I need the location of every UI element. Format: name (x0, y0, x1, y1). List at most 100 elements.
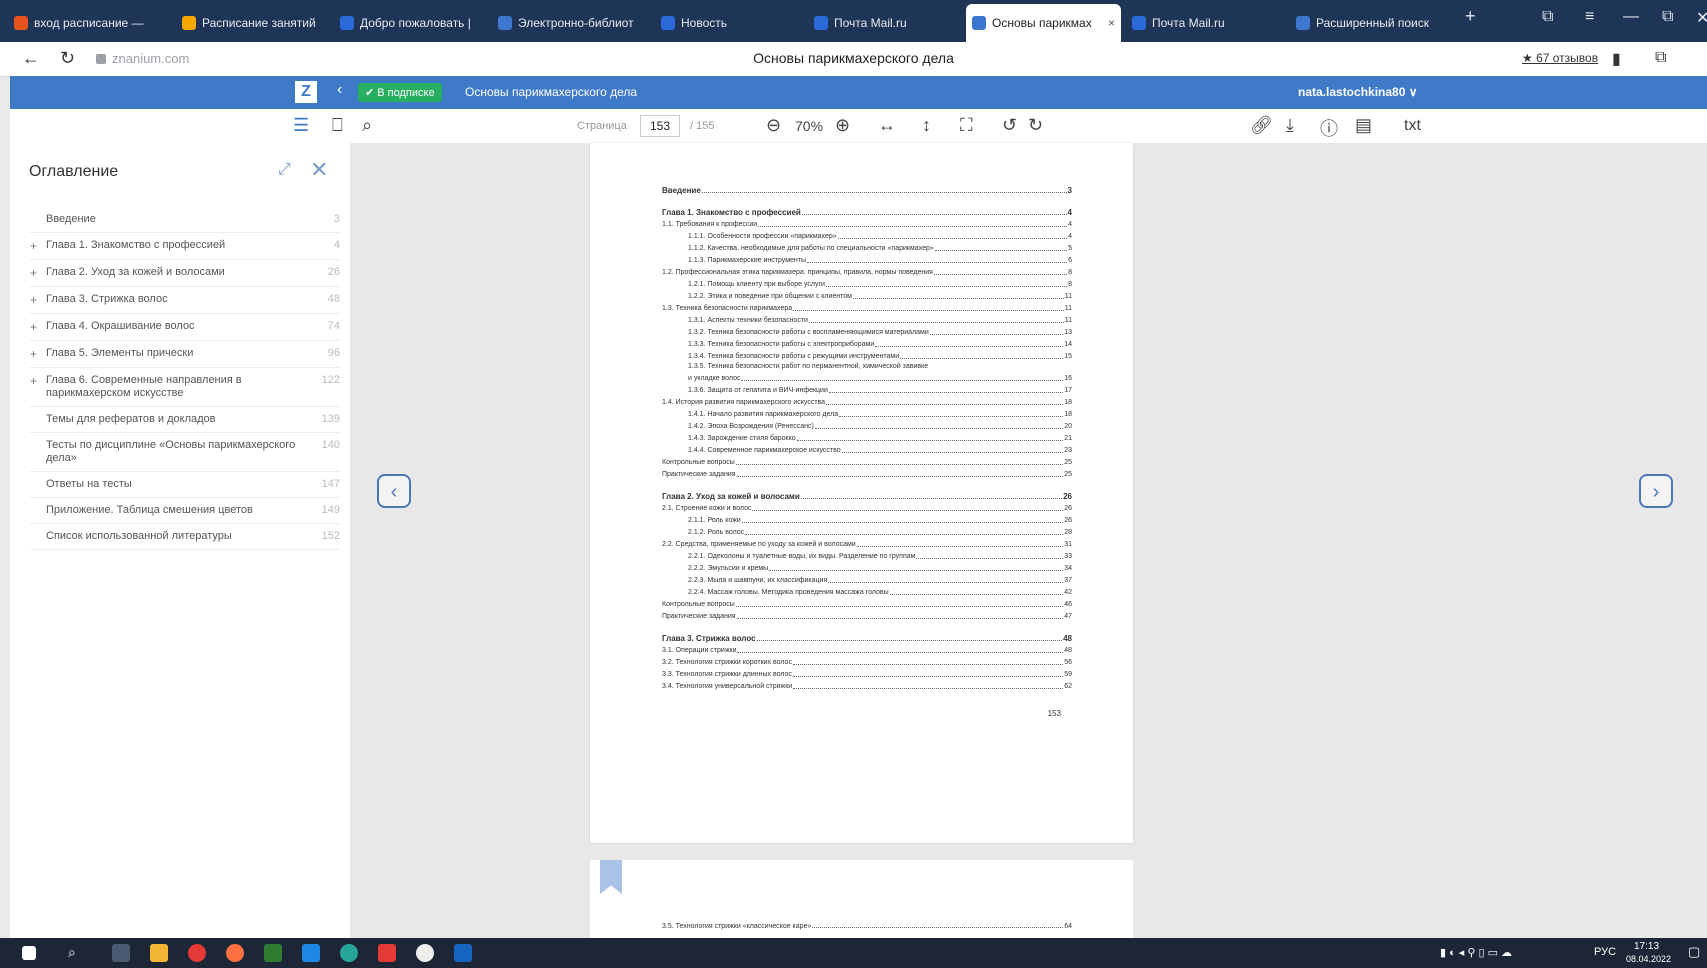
app-icon[interactable] (264, 944, 282, 962)
new-tab-button[interactable]: + (1465, 6, 1476, 27)
collections-icon[interactable]: ⧉ (1655, 49, 1666, 67)
toc-row[interactable]: 2.2.1. Одеколоны и туалетные воды, их ви… (662, 549, 1072, 561)
toc-item[interactable]: Ответы на тесты 147 (30, 472, 340, 498)
toc-row[interactable]: 1.3.5. Техника безопасности работ по пер… (662, 361, 1072, 371)
download-icon[interactable]: ⤓ (1286, 115, 1294, 136)
browser-tab[interactable]: Электронно-библиот (492, 4, 652, 42)
toc-row[interactable]: 2.1. Строение кожи и волос 26 (662, 501, 1072, 513)
book-title[interactable]: Основы парикмахерского дела (465, 85, 637, 99)
toc-row[interactable]: 1.3. Техника безопасности парикмахера 11 (662, 301, 1072, 313)
clock-time[interactable]: 17:13 (1634, 941, 1659, 952)
toc-row[interactable]: и укладке волос 16 (662, 371, 1072, 383)
browser-tab[interactable]: Расширенный поиск (1290, 4, 1450, 42)
taskbar-search-icon[interactable]: ⌕ (68, 944, 76, 961)
browser-tab[interactable]: Почта Mail.ru (808, 4, 963, 42)
toc-row[interactable]: 1.3.6. Защита от гепатита и ВИЧ-инфекции… (662, 383, 1072, 395)
toc-item[interactable]: Список использованной литературы 152 (30, 524, 340, 550)
toc-row[interactable]: 1.1.1. Особенности профессии «парикмахер… (662, 229, 1072, 241)
toc-chapter-row[interactable]: Глава 2. Уход за кожей и волосами 26 (662, 479, 1072, 501)
yandex-icon[interactable] (416, 944, 434, 962)
toc-row[interactable]: 1.4.1. Начало развития парикмахерского д… (662, 407, 1072, 419)
toc-row[interactable]: 1.2.1. Помощь клиенту при выборе услуги 8 (662, 277, 1072, 289)
bookmarks-icon[interactable]: ⎕ (332, 115, 343, 136)
toc-row[interactable]: 2.2.4. Массаж головы. Методика проведени… (662, 585, 1072, 597)
toc-chapter-row[interactable]: Глава 1. Знакомство с профессией 4 (662, 195, 1072, 217)
toc-row[interactable]: 1.2.2. Этика и поведение при общении с к… (662, 289, 1072, 301)
browser-tab[interactable]: Новость (655, 4, 805, 42)
browser-tab[interactable]: Основы парикмах × (966, 4, 1121, 42)
rotate-left-icon[interactable]: ↺ (1002, 115, 1017, 136)
toc-item[interactable]: + Глава 3. Стрижка волос 48 (30, 287, 340, 314)
toc-row[interactable]: 2.2. Средства, применяемые по уходу за к… (662, 537, 1072, 549)
toc-item[interactable]: + Глава 2. Уход за кожей и волосами 26 (30, 260, 340, 287)
toc-row[interactable]: Практические задания 47 (662, 609, 1072, 621)
expand-plus-icon[interactable]: + (30, 374, 46, 388)
expand-plus-icon[interactable]: + (30, 320, 46, 334)
toc-row[interactable]: 1.3.1. Аспекты техники безопасности 11 (662, 313, 1072, 325)
expand-plus-icon[interactable]: + (30, 347, 46, 361)
txt-button[interactable]: txt (1404, 117, 1421, 135)
toc-row[interactable]: 2.2.2. Эмульсии и кремы 34 (662, 561, 1072, 573)
info-icon[interactable]: ⓘ (1320, 115, 1338, 141)
toc-row[interactable]: 1.2. Профессиональная этика парикмахера:… (662, 265, 1072, 277)
clock-date[interactable]: 08.04.2022 (1626, 954, 1671, 964)
expand-plus-icon[interactable]: + (30, 266, 46, 280)
next-page-button[interactable]: › (1639, 474, 1673, 508)
toc-item[interactable]: + Глава 5. Элементы прически 96 (30, 341, 340, 368)
toc-item[interactable]: Введение 3 (30, 207, 340, 233)
expand-plus-icon[interactable]: + (30, 239, 46, 253)
tab-close-icon[interactable]: × (1108, 16, 1115, 30)
menu-icon[interactable]: ≡ (1585, 8, 1594, 26)
fit-height-icon[interactable]: ↕ (922, 115, 931, 136)
browser-tab[interactable]: вход расписание — (8, 4, 173, 42)
page-number-input[interactable]: 153 (640, 115, 680, 137)
mail-icon[interactable] (302, 944, 320, 962)
toc-row[interactable]: Практические задания 25 (662, 467, 1072, 479)
opera-icon[interactable] (188, 944, 206, 962)
browser-tab[interactable]: Добро пожаловать | (334, 4, 489, 42)
toc-row[interactable]: Контрольные вопросы 46 (662, 597, 1072, 609)
yandex-browser-icon[interactable] (226, 944, 244, 962)
toc-row[interactable]: Контрольные вопросы 25 (662, 455, 1072, 467)
zoom-in-icon[interactable]: ⊕ (835, 115, 850, 136)
search-icon[interactable]: ⌕ (362, 115, 372, 136)
toc-item[interactable]: Темы для рефератов и докладов 139 (30, 407, 340, 433)
znanium-logo[interactable]: Z (295, 81, 317, 103)
back-arrow-icon[interactable]: ‹ (337, 81, 342, 99)
fullscreen-icon[interactable]: ⛶ (960, 115, 973, 136)
tray-icons[interactable]: ▮ ◐ ◂ ⚲ ▯ ▭ ☁ (1440, 946, 1512, 959)
restore-icon[interactable]: ⧉ (1662, 8, 1673, 26)
file-explorer-icon[interactable] (150, 944, 168, 962)
bookmark-ribbon-icon[interactable] (600, 860, 622, 894)
toc-item[interactable]: + Глава 1. Знакомство с профессией 4 (30, 233, 340, 260)
task-view-icon[interactable] (112, 944, 130, 962)
toc-chapter-row[interactable]: Глава 3. Стрижка волос 48 (662, 621, 1072, 643)
game-icon[interactable] (378, 944, 396, 962)
toc-item[interactable]: + Глава 4. Окрашивание волос 74 (30, 314, 340, 341)
toc-row[interactable]: 1.3.2. Техника безопасности работы с вос… (662, 325, 1072, 337)
toc-row[interactable]: 2.1.1. Роль кожи 26 (662, 513, 1072, 525)
toc-row[interactable]: 2.2.3. Мыла и шампуни, их классификация 3… (662, 573, 1072, 585)
toc-row[interactable]: 2.1.2. Роль волос 28 (662, 525, 1072, 537)
minimize-icon[interactable]: — (1623, 8, 1639, 26)
close-icon[interactable]: ✕ (310, 157, 328, 183)
rotate-right-icon[interactable]: ↻ (1028, 115, 1043, 136)
toc-list-icon[interactable]: ☰ (293, 115, 309, 136)
toc-chapter-row[interactable]: Введение 3 (662, 173, 1072, 195)
notifications-icon[interactable]: ▢ (1688, 944, 1700, 960)
edge-icon[interactable] (340, 944, 358, 962)
toc-row[interactable]: 1.3.3. Техника безопасности работы с эле… (662, 337, 1072, 349)
toc-row[interactable]: 3.3. Технология стрижки длинных волос 59 (662, 667, 1072, 679)
close-window-icon[interactable]: ✕ (1696, 8, 1707, 28)
browser-tab[interactable]: Почта Mail.ru (1126, 4, 1286, 42)
toc-row[interactable]: 1.4.4. Современное парикмахерское искусс… (662, 443, 1072, 455)
toc-row[interactable]: 1.1.2. Качества, необходимые для работы … (662, 241, 1072, 253)
toc-item[interactable]: Приложение. Таблица смешения цветов 149 (30, 498, 340, 524)
user-menu[interactable]: nata.lastochkina80 ∨ (1298, 85, 1418, 99)
expand-plus-icon[interactable]: + (30, 293, 46, 307)
toc-row[interactable]: 3.2. Технология стрижки коротких волос 56 (662, 655, 1072, 667)
prev-page-button[interactable]: ‹ (377, 474, 411, 508)
word-icon[interactable] (454, 944, 472, 962)
toc-row[interactable]: 3.4. Технология универсальной стрижки 62 (662, 679, 1072, 691)
link-icon[interactable]: 🔗︎ (1250, 115, 1273, 136)
